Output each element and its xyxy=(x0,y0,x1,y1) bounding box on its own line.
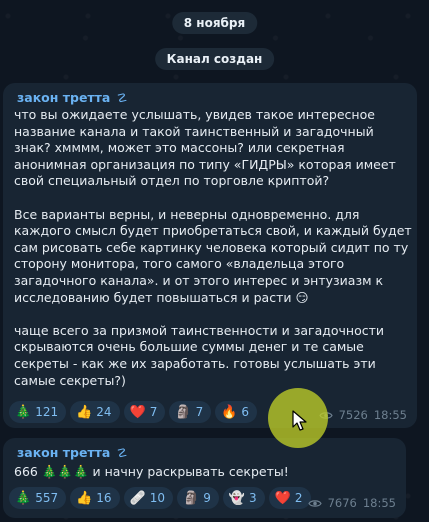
view-count: 7676 xyxy=(327,496,357,510)
christmas-tree-icon: 🎄 xyxy=(15,490,32,506)
heart-icon: ❤️ xyxy=(129,404,146,420)
reaction-count: 7 xyxy=(149,405,158,419)
reaction-count: 7 xyxy=(195,405,204,419)
thumbs-up-icon: 👍 xyxy=(76,490,93,506)
reaction-fire[interactable]: 🔥 6 xyxy=(215,401,258,423)
moai-icon: 🗿 xyxy=(175,404,192,420)
mouse-pointer-icon xyxy=(292,410,307,431)
verified-swirl-icon: ☡ xyxy=(116,446,128,460)
reaction-thumbs-up[interactable]: 👍 16 xyxy=(70,487,120,509)
verified-swirl-icon: ☡ xyxy=(116,91,128,105)
reaction-count: 2 xyxy=(294,491,303,505)
reaction-count: 24 xyxy=(96,405,112,419)
reactions-bar: 🎄 557 👍 16 🩹 10 🗿 9 👻 3 ❤️ 2 xyxy=(9,487,311,509)
heart-icon: ❤️ xyxy=(274,490,291,506)
message-paragraph: чаще всего за призмой таинственности и з… xyxy=(14,322,385,388)
message-paragraph: 666 🎄🎄🎄 и начну раскрывать секреты! xyxy=(14,464,289,479)
christmas-tree-icon: 🎄 xyxy=(15,404,32,420)
reaction-heart[interactable]: ❤️ 2 xyxy=(268,487,311,509)
message-meta: 7526 18:55 xyxy=(318,408,407,422)
reaction-thumbs-up[interactable]: 👍 24 xyxy=(70,401,120,423)
message-paragraph: Все варианты верны, и неверны одновремен… xyxy=(14,206,412,305)
message-time: 18:55 xyxy=(362,496,396,510)
message-text: 666 🎄🎄🎄 и начну раскрывать секреты! xyxy=(14,464,394,481)
moai-icon: 🗿 xyxy=(183,490,200,506)
message-paragraph: что вы ожидаете услышать, увидев такое и… xyxy=(14,107,396,189)
ghost-icon: 👻 xyxy=(228,490,246,506)
reaction-count: 10 xyxy=(149,491,166,505)
reaction-moai[interactable]: 🗿 7 xyxy=(169,401,212,423)
reaction-count: 3 xyxy=(249,491,257,505)
eye-icon xyxy=(307,499,322,507)
reaction-count: 121 xyxy=(35,405,59,419)
reaction-ghost[interactable]: 👻 3 xyxy=(222,487,265,509)
message-meta: 7676 18:55 xyxy=(307,496,396,510)
message-time: 18:55 xyxy=(373,408,407,422)
reaction-count: 6 xyxy=(241,405,250,419)
sender-name[interactable]: закон третта ☡ xyxy=(17,90,127,105)
service-message-channel-created: Канал создан xyxy=(154,48,275,70)
reaction-moai[interactable]: 🗿 9 xyxy=(177,487,219,509)
view-count: 7526 xyxy=(338,408,368,422)
fire-icon: 🔥 xyxy=(221,404,238,420)
reaction-christmas-tree[interactable]: 🎄 557 xyxy=(9,487,67,509)
reaction-count: 9 xyxy=(203,491,211,505)
sender-name-text: закон третта xyxy=(17,90,111,105)
bandage-icon: 🩹 xyxy=(129,490,146,506)
message-text: что вы ожидаете услышать, увидев такое и… xyxy=(14,107,412,389)
message-bubble[interactable]: закон третта ☡ 666 🎄🎄🎄 и начну раскрыват… xyxy=(3,438,406,518)
thumbs-up-icon: 👍 xyxy=(76,404,93,420)
date-separator[interactable]: 8 ноября xyxy=(171,12,258,34)
reaction-christmas-tree[interactable]: 🎄 121 xyxy=(9,401,67,423)
reaction-heart[interactable]: ❤️ 7 xyxy=(123,401,166,423)
sender-name-text: закон третта xyxy=(17,445,111,460)
reaction-count: 16 xyxy=(96,491,112,505)
message-bubble[interactable]: закон третта ☡ что вы ожидаете услышать,… xyxy=(3,83,417,428)
sender-name[interactable]: закон третта ☡ xyxy=(17,445,127,460)
reactions-bar: 🎄 121 👍 24 ❤️ 7 🗿 7 🔥 6 xyxy=(9,401,258,423)
reaction-count: 557 xyxy=(35,491,59,505)
reaction-bandage[interactable]: 🩹 10 xyxy=(123,487,174,509)
